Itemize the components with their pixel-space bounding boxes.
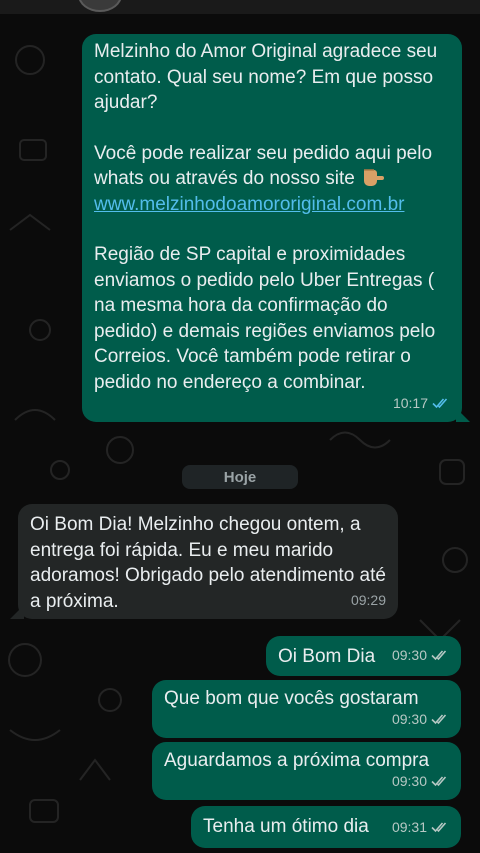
date-separator: Hoje <box>182 465 298 489</box>
message-text: Oi Bom Dia! Melzinho chegou ontem, a ent… <box>30 514 386 612</box>
double-check-gray-icon <box>431 822 447 833</box>
message-meta: 09:30 <box>392 769 449 795</box>
outgoing-message[interactable]: Que bom que vocês gostaram 09:30 <box>152 680 461 738</box>
message-meta: 09:30 <box>392 643 449 669</box>
message-paragraph: Você pode realizar seu pedido aqui pelo … <box>94 141 448 218</box>
message-text: Oi Bom Dia <box>278 646 376 667</box>
message-time: 09:31 <box>391 818 427 835</box>
incoming-message[interactable]: Oi Bom Dia! Melzinho chegou ontem, a ent… <box>10 504 398 619</box>
message-text: Que bom que vocês gostaram <box>164 688 419 709</box>
double-check-gray-icon <box>431 776 447 787</box>
message-meta: 10:17 <box>393 391 450 417</box>
outgoing-message[interactable]: Melzinho do Amor Original agradece seu c… <box>82 34 470 422</box>
double-check-gray-icon <box>431 650 447 661</box>
outgoing-message[interactable]: Aguardamos a próxima compra 09:30 <box>152 742 461 800</box>
message-time: 09:30 <box>391 772 427 789</box>
message-paragraph: Melzinho do Amor Original agradece seu c… <box>94 41 438 113</box>
message-paragraph: Região de SP capital e proximidades envi… <box>94 244 436 393</box>
message-meta: 09:30 <box>392 707 449 733</box>
outgoing-message[interactable]: Oi Bom Dia 09:30 <box>266 636 461 676</box>
message-meta: 09:29 <box>351 588 386 614</box>
message-text: Aguardamos a próxima compra <box>164 750 430 771</box>
message-time: 09:29 <box>350 591 386 608</box>
double-check-blue-icon <box>432 398 448 409</box>
message-time: 09:30 <box>391 710 427 727</box>
message-meta: 09:31 <box>392 815 449 841</box>
chat-header <box>0 0 480 14</box>
message-time: 09:30 <box>391 646 427 663</box>
website-link[interactable]: www.melzinhodoamororiginal.com.br <box>94 194 404 215</box>
pointing-down-emoji-icon <box>360 166 386 188</box>
double-check-gray-icon <box>431 714 447 725</box>
outgoing-message[interactable]: Tenha um ótimo dia 09:31 <box>191 806 461 848</box>
message-text: Tenha um ótimo dia <box>203 816 369 837</box>
message-time: 10:17 <box>392 394 428 411</box>
